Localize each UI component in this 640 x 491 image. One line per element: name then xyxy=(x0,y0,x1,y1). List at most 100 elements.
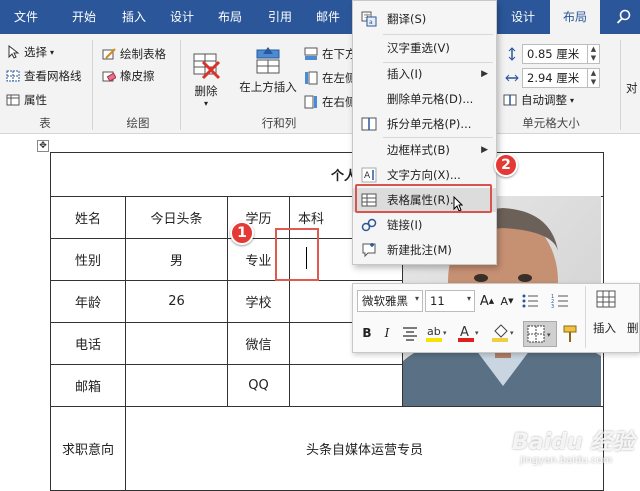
chevron-down-icon: ▾ xyxy=(466,294,471,303)
table-cell[interactable]: 今日头条 xyxy=(125,196,228,239)
delete-button[interactable]: 删除 ▾ xyxy=(190,50,222,114)
svg-text:3: 3 xyxy=(551,304,554,309)
menu-item-delete-cells[interactable]: 删除单元格(D)... xyxy=(353,87,496,111)
insert-label[interactable]: 插入 xyxy=(593,320,616,336)
insert-table-icon[interactable] xyxy=(595,288,617,310)
menu-item-insert[interactable]: 插入(I) ▶ xyxy=(353,62,496,86)
table-cell[interactable] xyxy=(125,364,228,407)
menu-item-label: 链接(I) xyxy=(387,218,423,232)
view-gridlines-label: 查看网格线 xyxy=(24,69,82,83)
tab-table-layout[interactable]: 布局 xyxy=(550,0,600,34)
group-label-cell-size: 单元格大小 xyxy=(522,116,580,130)
tab-table-design[interactable]: 设计 xyxy=(500,0,546,34)
autofit-icon xyxy=(503,94,517,106)
font-name-value: 微软雅黑 xyxy=(362,294,408,308)
highlight-color-icon[interactable]: ab ▾ xyxy=(425,323,449,343)
table-title: 个人简历 xyxy=(50,152,604,197)
watermark-logo: Baidu 经验 xyxy=(512,430,635,455)
properties-button[interactable]: 属性 xyxy=(6,92,47,108)
chevron-down-icon: ▾ xyxy=(414,294,419,303)
tab-file[interactable]: 文件 xyxy=(6,0,46,34)
menu-item-translate[interactable]: 字a 翻译(S) xyxy=(353,7,496,31)
menu-item-reconvert[interactable]: 汉字重选(V) xyxy=(353,36,496,60)
autofit-button[interactable]: 自动调整 ▾ xyxy=(503,92,574,108)
tab-insert[interactable]: 插入 xyxy=(112,0,156,34)
table-cell[interactable]: 电话 xyxy=(50,322,126,365)
table-cell[interactable]: QQ xyxy=(227,364,290,407)
spin-arrows-icon[interactable]: ▲ ▼ xyxy=(588,68,600,88)
tab-references[interactable]: 引用 xyxy=(258,0,302,34)
menu-item-new-comment[interactable]: 新建批注(M) xyxy=(353,238,496,262)
cell-width-value[interactable]: 2.94 厘米 xyxy=(522,68,588,88)
insert-above-icon xyxy=(256,47,280,74)
chevron-down-icon: ▾ xyxy=(203,99,208,108)
toolbar-divider xyxy=(585,286,586,348)
table-cell[interactable]: 年龄 xyxy=(50,280,126,323)
insert-above-button[interactable]: 在上方插入 xyxy=(236,46,300,106)
cell-height-value[interactable]: 0.85 厘米 xyxy=(522,44,588,64)
eraser-icon xyxy=(102,71,116,82)
ribbon-tab-bar: 文件 开始 插入 设计 布局 引用 邮件 设计 布局 xyxy=(0,0,640,34)
gridlines-icon xyxy=(6,70,20,82)
cell-height-field[interactable]: 0.85 厘米 ▲ ▼ xyxy=(505,44,600,64)
font-size-field[interactable]: 11 ▾ xyxy=(425,290,475,312)
spin-arrows-icon[interactable]: ▲ ▼ xyxy=(588,44,600,64)
translate-icon: 字a xyxy=(361,11,377,27)
font-color-icon[interactable]: A ▾ xyxy=(457,323,481,343)
align-center-icon[interactable] xyxy=(401,325,419,341)
table-cell[interactable]: 性别 xyxy=(50,238,126,281)
shading-icon[interactable]: ▾ xyxy=(491,323,517,343)
format-painter-icon[interactable] xyxy=(561,324,581,344)
shrink-font-icon[interactable]: A ▼ xyxy=(499,292,515,310)
table-cell[interactable]: 学校 xyxy=(227,280,290,323)
menu-item-split-cells[interactable]: 拆分单元格(P)... xyxy=(353,112,496,136)
numbering-icon[interactable]: 123 xyxy=(551,293,571,309)
borders-button[interactable]: ▾ xyxy=(523,321,557,347)
select-button[interactable]: 选择 ▾ xyxy=(6,44,54,60)
eraser-button[interactable]: 橡皮擦 xyxy=(102,68,155,84)
table-move-handle-icon[interactable]: ✥ xyxy=(37,140,49,152)
font-size-value: 11 xyxy=(430,294,445,308)
bullets-icon[interactable] xyxy=(521,293,541,309)
font-name-field[interactable]: 微软雅黑 ▾ xyxy=(357,290,423,312)
row-height-icon xyxy=(508,47,516,61)
table-cell[interactable]: 姓名 xyxy=(50,196,126,239)
italic-button[interactable]: I xyxy=(379,324,395,342)
chevron-down-icon: ▾ xyxy=(50,47,55,57)
align-button[interactable]: 对 xyxy=(626,80,638,96)
pencil-table-icon xyxy=(102,48,116,60)
insert-right-button[interactable]: 在右侧 xyxy=(304,94,357,110)
cell-width-field[interactable]: 2.94 厘米 ▲ ▼ xyxy=(505,68,600,88)
menu-item-link[interactable]: 链接(I) xyxy=(353,213,496,237)
table-cell[interactable]: 男 xyxy=(125,238,228,281)
svg-text:A: A xyxy=(364,171,371,181)
menu-item-border-styles[interactable]: 边框样式(B) ▶ xyxy=(353,138,496,162)
table-cell[interactable] xyxy=(289,364,403,407)
menu-separator xyxy=(383,34,493,35)
tab-design[interactable]: 设计 xyxy=(160,0,204,34)
tab-home[interactable]: 开始 xyxy=(62,0,106,34)
table-cell[interactable]: 求职意向 xyxy=(50,406,126,491)
bold-button[interactable]: B xyxy=(359,324,375,342)
group-divider xyxy=(180,40,181,130)
view-gridlines-button[interactable]: 查看网格线 xyxy=(6,68,82,84)
draw-table-label: 绘制表格 xyxy=(120,47,166,61)
delete-label[interactable]: 删 xyxy=(627,320,639,336)
group-label-rows-cols: 行和列 xyxy=(261,116,297,130)
grow-font-icon[interactable]: A ▲ xyxy=(479,292,495,310)
insert-left-button[interactable]: 在左侧 xyxy=(304,70,357,86)
align-label: 对 xyxy=(626,81,638,95)
menu-item-label: 新建批注(M) xyxy=(387,243,452,257)
search-icon[interactable] xyxy=(616,9,632,25)
table-cell[interactable]: 26 xyxy=(125,280,228,323)
tab-mailings[interactable]: 邮件 xyxy=(306,0,350,34)
table-cell[interactable] xyxy=(125,322,228,365)
tab-layout[interactable]: 布局 xyxy=(208,0,252,34)
draw-table-button[interactable]: 绘制表格 xyxy=(102,46,166,62)
chevron-down-icon: ▾ xyxy=(570,95,575,105)
table-cell[interactable]: 微信 xyxy=(227,322,290,365)
insert-below-button[interactable]: 在下方 xyxy=(304,46,357,62)
table-cell[interactable]: 邮箱 xyxy=(50,364,126,407)
mini-toolbar: 微软雅黑 ▾ 11 ▾ A ▲ A ▼ 123 插入 删 B I ab ▾ A ▾ ▾ … xyxy=(352,283,640,353)
split-cells-icon xyxy=(361,117,377,131)
